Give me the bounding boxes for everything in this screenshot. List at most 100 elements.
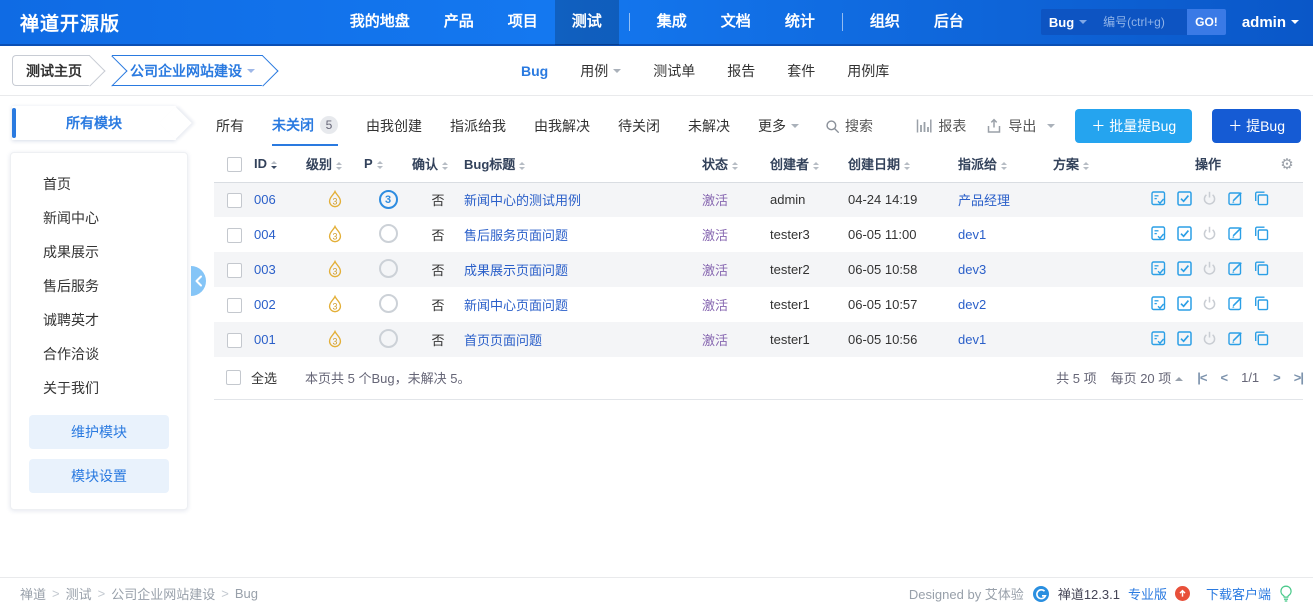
tab-case[interactable]: 用例 (580, 61, 621, 81)
filter-tab-openedbyme[interactable]: 由我创建 (366, 107, 422, 145)
edition-link[interactable]: 专业版 (1128, 584, 1167, 603)
sidebar-item-cooperation[interactable]: 合作洽谈 (11, 337, 187, 371)
column-header-title[interactable]: Bug标题 (464, 146, 702, 182)
copy-bug-button[interactable] (1253, 295, 1270, 315)
bug-id-link[interactable]: 003 (254, 262, 276, 277)
copy-bug-button[interactable] (1253, 225, 1270, 245)
column-header-created[interactable]: 创建日期 (848, 146, 958, 182)
row-checkbox[interactable] (227, 333, 242, 348)
assigned-to-link[interactable]: dev1 (958, 332, 986, 347)
goto-id-input[interactable] (1095, 9, 1187, 35)
bug-id-link[interactable]: 004 (254, 227, 276, 242)
assigned-to-link[interactable]: dev1 (958, 227, 986, 242)
resolve-bug-button[interactable] (1176, 225, 1193, 245)
resolve-bug-button[interactable] (1176, 330, 1193, 350)
nav-item-admin[interactable]: 后台 (917, 0, 981, 45)
bug-title-link[interactable]: 新闻中心页面问题 (464, 298, 568, 313)
assigned-to-link[interactable]: 产品经理 (958, 193, 1010, 208)
upgrade-badge-icon[interactable] (1175, 586, 1190, 601)
sidebar-item-service[interactable]: 售后服务 (11, 269, 187, 303)
breadcrumb-test-home[interactable]: 测试主页 (12, 55, 90, 86)
last-page-button[interactable]: >| (1294, 370, 1303, 385)
download-client-link[interactable]: 下载客户端 (1206, 584, 1271, 603)
app-logo[interactable]: 禅道开源版 (20, 9, 120, 36)
footer-breadcrumb-bug[interactable]: Bug (235, 586, 258, 601)
prev-page-button[interactable]: < (1221, 370, 1228, 385)
first-page-button[interactable]: |< (1197, 370, 1206, 385)
filter-tab-resolvedbyme[interactable]: 由我解决 (534, 107, 590, 145)
copy-bug-button[interactable] (1253, 260, 1270, 280)
column-header-creator[interactable]: 创建者 (770, 146, 848, 182)
resolve-bug-button[interactable] (1176, 295, 1193, 315)
edit-bug-button[interactable] (1227, 260, 1244, 280)
maintain-modules-button[interactable]: 维护模块 (29, 415, 169, 449)
export-button[interactable]: 导出 (986, 116, 1055, 136)
nav-item-product[interactable]: 产品 (427, 0, 491, 45)
row-checkbox[interactable] (227, 263, 242, 278)
bug-id-link[interactable]: 006 (254, 192, 276, 207)
filter-tab-assigntome[interactable]: 指派给我 (450, 107, 506, 145)
nav-item-integration[interactable]: 集成 (640, 0, 704, 45)
sidebar-item-jobs[interactable]: 诚聘英才 (11, 303, 187, 337)
sidebar-item-about[interactable]: 关于我们 (11, 371, 187, 405)
nav-item-test[interactable]: 测试 (555, 0, 619, 45)
tab-suite[interactable]: 套件 (787, 61, 815, 81)
sidebar-item-home[interactable]: 首页 (11, 167, 187, 201)
bug-title-link[interactable]: 新闻中心的测试用例 (464, 193, 581, 208)
all-modules-header[interactable]: 所有模块 (12, 106, 176, 140)
edit-bug-button[interactable] (1227, 190, 1244, 210)
row-checkbox[interactable] (227, 193, 242, 208)
select-all-checkbox-header[interactable] (227, 157, 242, 172)
edit-bug-button[interactable] (1227, 295, 1244, 315)
tab-caselib[interactable]: 用例库 (847, 61, 889, 81)
filter-tab-more[interactable]: 更多 (758, 107, 799, 145)
confirm-bug-button[interactable] (1150, 260, 1167, 280)
sidebar-item-results[interactable]: 成果展示 (11, 235, 187, 269)
row-checkbox[interactable] (227, 298, 242, 313)
copy-bug-button[interactable] (1253, 190, 1270, 210)
bug-id-link[interactable]: 001 (254, 332, 276, 347)
column-header-plan[interactable]: 方案 (1053, 146, 1145, 182)
nav-item-my[interactable]: 我的地盘 (333, 0, 427, 45)
select-all-checkbox[interactable] (226, 370, 241, 385)
filter-tab-all[interactable]: 所有 (216, 107, 244, 145)
column-settings-gear-icon[interactable]: ⚙ (1271, 146, 1303, 182)
footer-breadcrumb-test[interactable]: 测试 (66, 584, 92, 603)
go-button[interactable]: GO! (1187, 9, 1226, 35)
goto-type-select[interactable]: Bug (1041, 9, 1095, 35)
report-button[interactable]: 报表 (916, 116, 966, 136)
row-checkbox[interactable] (227, 228, 242, 243)
bug-title-link[interactable]: 首页页面问题 (464, 333, 542, 348)
nav-item-doc[interactable]: 文档 (704, 0, 768, 45)
bug-title-link[interactable]: 售后服务页面问题 (464, 228, 568, 243)
column-header-assigned[interactable]: 指派给 (958, 146, 1053, 182)
tab-report[interactable]: 报告 (727, 61, 755, 81)
footer-breadcrumb-app[interactable]: 禅道 (20, 584, 46, 603)
column-header-confirmed[interactable]: 确认 (412, 146, 464, 182)
bug-title-link[interactable]: 成果展示页面问题 (464, 263, 568, 278)
batch-create-bug-button[interactable]: ＋ 批量提Bug (1075, 109, 1192, 143)
edit-bug-button[interactable] (1227, 225, 1244, 245)
per-page-select[interactable]: 每页 20 项 (1111, 368, 1184, 387)
confirm-bug-button[interactable] (1150, 190, 1167, 210)
footer-breadcrumb-product[interactable]: 公司企业网站建设 (111, 584, 215, 603)
user-menu[interactable]: admin (1242, 14, 1299, 31)
resolve-bug-button[interactable] (1176, 190, 1193, 210)
bug-id-link[interactable]: 002 (254, 297, 276, 312)
confirm-bug-button[interactable] (1150, 330, 1167, 350)
confirm-bug-button[interactable] (1150, 225, 1167, 245)
module-settings-button[interactable]: 模块设置 (29, 459, 169, 493)
next-page-button[interactable]: > (1273, 370, 1280, 385)
assigned-to-link[interactable]: dev2 (958, 297, 986, 312)
tab-bug[interactable]: Bug (521, 63, 548, 79)
column-header-severity[interactable]: 级别 (306, 146, 364, 182)
filter-tab-toclose[interactable]: 待关闭 (618, 107, 660, 145)
create-bug-button[interactable]: ＋ 提Bug (1212, 109, 1301, 143)
column-header-priority[interactable]: P (364, 146, 412, 182)
filter-tab-unclosed[interactable]: 未关闭 5 (272, 106, 338, 146)
tab-testtask[interactable]: 测试单 (653, 61, 695, 81)
column-header-status[interactable]: 状态 (702, 146, 770, 182)
assigned-to-link[interactable]: dev3 (958, 262, 986, 277)
nav-item-org[interactable]: 组织 (853, 0, 917, 45)
edit-bug-button[interactable] (1227, 330, 1244, 350)
